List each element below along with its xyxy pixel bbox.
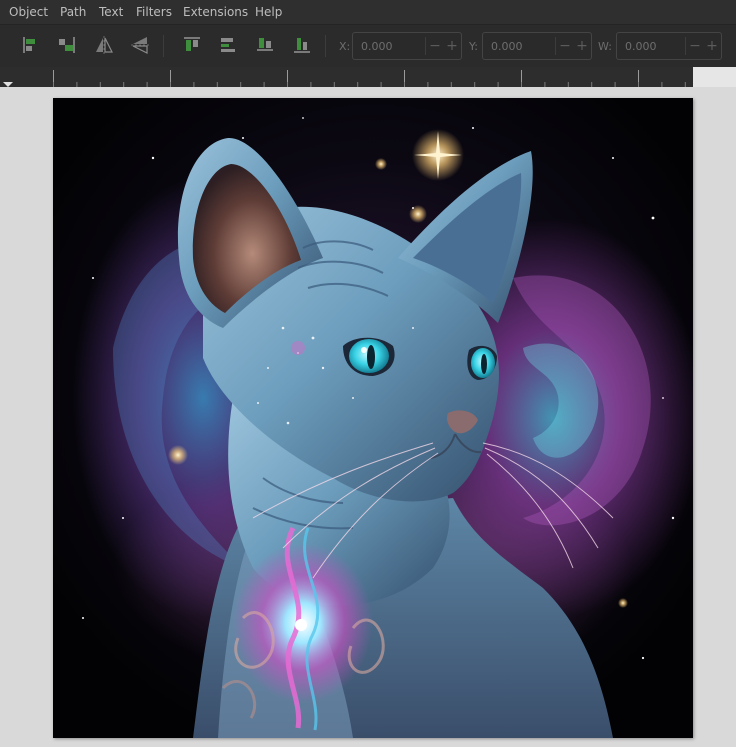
x-label: X: [339,40,351,53]
align-left-edge-icon[interactable] [18,33,42,57]
w-decrement-button[interactable]: − [687,38,703,54]
flip-horizontal-icon[interactable] [92,33,116,57]
spin-divider [425,37,426,55]
menu-bar: Object Path Text Filters Extensions Help [0,0,736,24]
ruler-corner [693,67,736,87]
flip-vertical-icon[interactable] [128,33,152,57]
x-value[interactable]: 0.000 [361,40,393,53]
center-horizontal-icon[interactable] [216,33,240,57]
w-spinbox[interactable]: 0.000 − + [616,32,722,60]
y-value[interactable]: 0.000 [491,40,523,53]
menu-text[interactable]: Text [99,5,123,19]
x-spinbox[interactable]: 0.000 − + [352,32,462,60]
menu-filters[interactable]: Filters [136,5,172,19]
w-increment-button[interactable]: + [704,38,720,54]
toolbar-separator [163,35,164,57]
align-right-edge-icon[interactable] [55,33,79,57]
ruler-ticks [53,70,686,87]
menu-object[interactable]: Object [9,5,48,19]
menu-help[interactable]: Help [255,5,282,19]
spin-divider [555,37,556,55]
tool-controls-bar: X: 0.000 − + Y: 0.000 − + W: 0.000 − + [0,24,736,67]
menu-path[interactable]: Path [60,5,86,19]
spin-divider [685,37,686,55]
center-vertical-icon[interactable] [253,33,277,57]
x-decrement-button[interactable]: − [427,38,443,54]
y-spinbox[interactable]: 0.000 − + [482,32,592,60]
cosmic-sphynx-cat-image[interactable] [53,98,693,738]
y-decrement-button[interactable]: − [557,38,573,54]
align-top-icon[interactable] [180,33,204,57]
toolbar-separator [325,35,326,57]
w-label: W: [598,40,612,53]
w-value[interactable]: 0.000 [625,40,657,53]
menu-extensions[interactable]: Extensions [183,5,248,19]
horizontal-ruler[interactable]: 0 250 500 750 1000 1250 [0,67,693,148]
y-label: Y: [469,40,478,53]
x-increment-button[interactable]: + [444,38,460,54]
align-bottom-icon[interactable] [290,33,314,57]
y-increment-button[interactable]: + [574,38,590,54]
